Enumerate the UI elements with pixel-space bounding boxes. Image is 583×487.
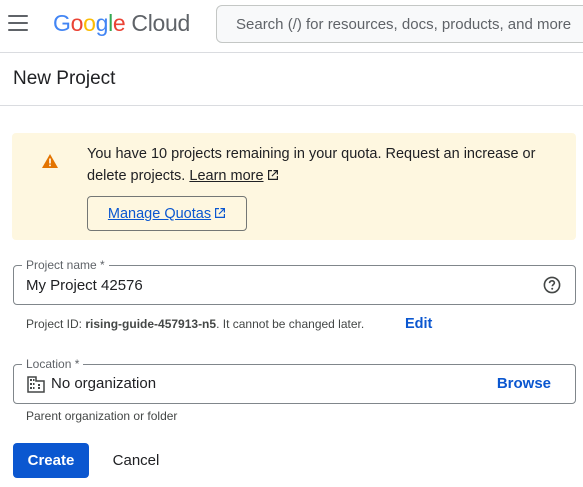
menu-icon[interactable] (8, 15, 28, 31)
top-bar: Google Cloud (0, 0, 583, 50)
edit-project-id-button[interactable]: Edit (405, 316, 432, 332)
browse-button[interactable]: Browse (497, 375, 551, 392)
notice-text: You have 10 projects remaining in your q… (87, 146, 536, 184)
learn-more-link[interactable]: Learn more (189, 168, 263, 184)
project-name-field[interactable]: Project name * (13, 257, 576, 305)
title-bar: New Project (0, 52, 583, 106)
building-icon (27, 376, 45, 393)
location-value: No organization (51, 375, 157, 392)
location-label: Location * (22, 356, 84, 372)
search-input[interactable] (217, 6, 583, 42)
create-button[interactable]: Create (13, 443, 89, 478)
location-field[interactable]: Location * No organization Browse (13, 356, 576, 404)
google-cloud-logo[interactable]: Google Cloud (53, 10, 190, 37)
quota-notice: You have 10 projects remaining in your q… (12, 133, 576, 240)
warning-icon (42, 154, 58, 168)
page-title: New Project (13, 68, 116, 89)
search-box[interactable] (216, 5, 583, 43)
project-name-input[interactable] (26, 266, 526, 304)
manage-quotas-button[interactable]: Manage Quotas (87, 196, 247, 231)
help-icon[interactable] (543, 276, 561, 294)
external-link-icon (215, 208, 226, 218)
cancel-button[interactable]: Cancel (100, 443, 172, 478)
location-hint: Parent organization or folder (26, 409, 178, 423)
project-id-value: rising-guide-457913-n5 (85, 317, 217, 331)
project-id-hint: Project ID: rising-guide-457913-n5. It c… (26, 317, 365, 331)
external-link-icon (267, 170, 278, 180)
notice-message: You have 10 projects remaining in your q… (87, 143, 567, 187)
